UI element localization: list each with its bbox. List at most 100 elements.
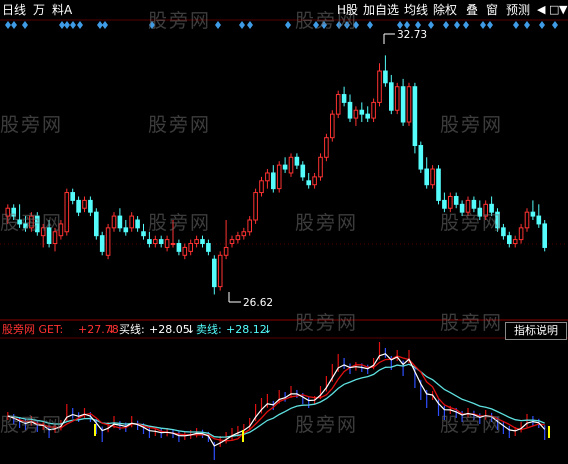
signal-diamond-icon [247, 21, 253, 29]
sell-line-value: +28.12 [226, 323, 267, 336]
candle-body [94, 211, 99, 237]
signal-diamond-icon [415, 21, 421, 29]
candle-body [477, 207, 483, 217]
candle-body [141, 231, 146, 237]
candle-body [135, 219, 140, 229]
signal-diamond-icon [539, 21, 545, 29]
candle-body [330, 113, 335, 139]
candle-body [483, 203, 488, 217]
candle-body [17, 219, 22, 225]
candle-body [542, 223, 548, 248]
signal-diamond-icon [513, 21, 519, 29]
candle-body [335, 94, 341, 115]
candle-body [312, 176, 317, 186]
candle-body [318, 156, 323, 178]
prev-arrow-icon[interactable]: ◀ [537, 2, 545, 18]
candle-body [212, 258, 217, 288]
tab-data-a[interactable]: 料A [52, 2, 72, 18]
candle-body [353, 109, 359, 119]
candle-body [453, 195, 459, 205]
candle-body [217, 254, 223, 288]
candle-body [471, 199, 477, 209]
candle-body [448, 195, 453, 209]
candle-body [400, 86, 406, 123]
candle-body [46, 227, 52, 245]
forecast-button[interactable]: 预测 [506, 2, 530, 18]
candle-body [536, 215, 542, 225]
chart-canvas[interactable]: 32.73 26.62 [0, 0, 568, 464]
signal-diamond-icon [344, 21, 350, 29]
signal-diamond-icon [11, 21, 17, 29]
candle-body [35, 215, 40, 233]
candle-body [52, 231, 58, 245]
candle-body [158, 239, 164, 245]
indicator-panel-lines [7, 342, 550, 460]
signal-diamond-icon [480, 21, 486, 29]
candle-body [105, 227, 111, 256]
signal-diamond-icon [367, 21, 373, 29]
candle-body [365, 113, 370, 119]
tab-daily[interactable]: 日线 [2, 2, 26, 18]
candle-body [82, 199, 87, 209]
signal-diamond-icon [336, 21, 342, 29]
candle-body [501, 227, 506, 237]
candle-body [524, 211, 530, 229]
signal-diamond-icon [428, 21, 434, 29]
h-share-button[interactable]: H股 [337, 2, 358, 18]
tab-wan[interactable]: 万 [33, 2, 45, 18]
indicator-name: 股旁网 GET: [2, 323, 64, 336]
candle-body [194, 239, 199, 245]
high-price-label: 32.73 [397, 29, 427, 41]
low-price-label: 26.62 [243, 297, 273, 309]
candle-body [23, 223, 28, 229]
candlestick-series [5, 55, 548, 295]
candle-body [294, 156, 300, 166]
candle-body [412, 86, 418, 147]
signal-diamond-icon [70, 21, 76, 29]
buy-line-label: 买线: [119, 323, 145, 336]
grid-lines [0, 19, 568, 339]
price-annotations: 32.73 26.62 [228, 29, 427, 309]
candle-body [495, 211, 500, 229]
candle-body [182, 246, 188, 256]
candle-body [206, 243, 211, 252]
candle-body [64, 192, 70, 233]
signal-diamond-icon [463, 21, 469, 29]
collapse-icon[interactable]: □ [549, 2, 559, 18]
candle-body [406, 86, 412, 123]
signal-diamond-icon [524, 21, 530, 29]
candle-body [241, 231, 247, 237]
candle-body [359, 109, 365, 115]
candle-body [276, 164, 282, 190]
candle-body [489, 203, 494, 213]
expand-icon[interactable]: ▼ [559, 2, 567, 18]
candle-body [265, 172, 270, 182]
get-line [7, 355, 545, 442]
candle-body [282, 164, 288, 170]
overlay-button[interactable]: 叠 [466, 2, 478, 18]
buy-line-value: +28.05 [149, 323, 190, 336]
candle-body [29, 215, 34, 229]
candle-body [394, 86, 400, 111]
candle-body [176, 243, 182, 252]
signal-diamond-icon [5, 21, 11, 29]
candle-body [518, 227, 524, 241]
candle-body [117, 215, 123, 229]
ex-rights-button[interactable]: 除权 [433, 2, 457, 18]
add-watchlist-button[interactable]: 加自选 [363, 2, 399, 18]
signal-diamond-icon [215, 21, 221, 29]
candle-body [229, 239, 235, 245]
signal-diamond-icon [285, 21, 291, 29]
candle-body [424, 168, 429, 186]
indicator-help-button[interactable]: 指标说明 [505, 322, 567, 340]
candle-body [223, 246, 229, 256]
stock-chart-window: 32.73 26.62 股旁网 股旁网 股旁网 股旁网 股旁网 股旁网 股旁网 … [0, 0, 568, 464]
candle-body [271, 172, 276, 190]
window-button[interactable]: 窗 [486, 2, 498, 18]
candle-body [147, 239, 152, 245]
sell-line-label: 卖线: [196, 323, 222, 336]
moving-average-button[interactable]: 均线 [404, 2, 428, 18]
signal-markers [5, 21, 558, 29]
candle-body [324, 137, 329, 158]
signal-diamond-icon [487, 21, 493, 29]
